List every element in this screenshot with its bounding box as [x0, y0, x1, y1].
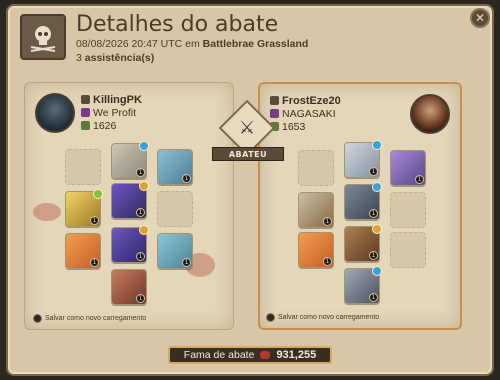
mainhand-slot[interactable]: 1 [298, 192, 334, 228]
killer-guild: We Profit [93, 106, 136, 119]
close-button[interactable]: ✕ [470, 8, 490, 28]
shoes-slot[interactable]: 1 [111, 225, 149, 263]
killer-avatar[interactable] [35, 93, 75, 133]
killer-panel: KillingPK We Profit 1626 1 1 1 1 1 1 1 1… [24, 82, 234, 330]
victim-name: FrostEze20 [282, 94, 341, 107]
assists-label: assistência(s) [84, 52, 155, 64]
victim-info: FrostEze20 NAGASAKI 1653 [270, 94, 341, 133]
save-loadout-button[interactable]: Salvar como novo carregamento [33, 314, 146, 323]
victim-guild: NAGASAKI [282, 107, 336, 120]
potion-slot[interactable]: 1 [65, 233, 101, 269]
kill-timestamp: 08/08/2026 20:47 UTC em Battlebrae Grass… [76, 38, 308, 50]
head-slot[interactable]: 1 [344, 140, 382, 178]
fame-gem-icon [260, 351, 271, 359]
blood-splatter [33, 203, 61, 221]
timestamp-text: 08/08/2026 20:47 UTC em [76, 38, 200, 50]
assists-number: 3 [76, 52, 82, 64]
save-loadout-label: Salvar como novo carregamento [45, 315, 147, 322]
cape-slot[interactable]: 1 [390, 150, 426, 186]
potion-slot[interactable]: 1 [298, 232, 334, 268]
assists-count: 3 assistência(s) [76, 52, 154, 64]
cape-slot[interactable]: 1 [157, 149, 193, 185]
victim-item-power: 1653 [282, 120, 306, 133]
head-slot[interactable]: 1 [111, 141, 149, 179]
save-icon [33, 314, 42, 323]
kill-fame-bar: Fama de abate 931,255 [168, 346, 332, 364]
page-title: Detalhes do abate [76, 12, 279, 37]
save-icon [266, 313, 275, 322]
offhand-slot[interactable] [157, 191, 193, 227]
bag-slot[interactable] [65, 149, 101, 185]
killer-item-power: 1626 [93, 119, 117, 132]
guild-icon [270, 109, 279, 118]
skull-crossbones-icon [20, 14, 66, 60]
guild-icon [81, 108, 90, 117]
mount-slot[interactable]: 1 [344, 266, 382, 304]
shoes-slot[interactable]: 1 [344, 224, 382, 262]
mainhand-slot[interactable]: 1 [65, 189, 103, 227]
item-power-icon [81, 121, 90, 130]
killer-name: KillingPK [93, 93, 142, 106]
save-loadout-label: Salvar como novo carregamento [278, 314, 380, 321]
killer-info: KillingPK We Profit 1626 [81, 93, 142, 132]
player-icon [81, 95, 90, 104]
offhand-slot[interactable] [390, 192, 426, 228]
bag-slot[interactable] [298, 150, 334, 186]
fame-label: Fama de abate [183, 349, 255, 361]
food-slot[interactable] [390, 232, 426, 268]
victim-panel: FrostEze20 NAGASAKI 1653 1 1 1 1 1 1 1 S… [258, 82, 462, 330]
mount-slot[interactable]: 1 [111, 269, 147, 305]
armor-slot[interactable]: 1 [111, 181, 149, 219]
fame-value: 931,255 [276, 349, 317, 361]
victim-avatar[interactable] [410, 94, 450, 134]
close-icon: ✕ [474, 11, 486, 25]
killed-label: ABATEU [212, 147, 284, 161]
armor-slot[interactable]: 1 [344, 182, 382, 220]
save-loadout-button[interactable]: Salvar como novo carregamento [266, 313, 379, 322]
food-slot[interactable]: 1 [157, 233, 193, 269]
location-text: Battlebrae Grassland [202, 38, 309, 50]
player-icon [270, 96, 279, 105]
